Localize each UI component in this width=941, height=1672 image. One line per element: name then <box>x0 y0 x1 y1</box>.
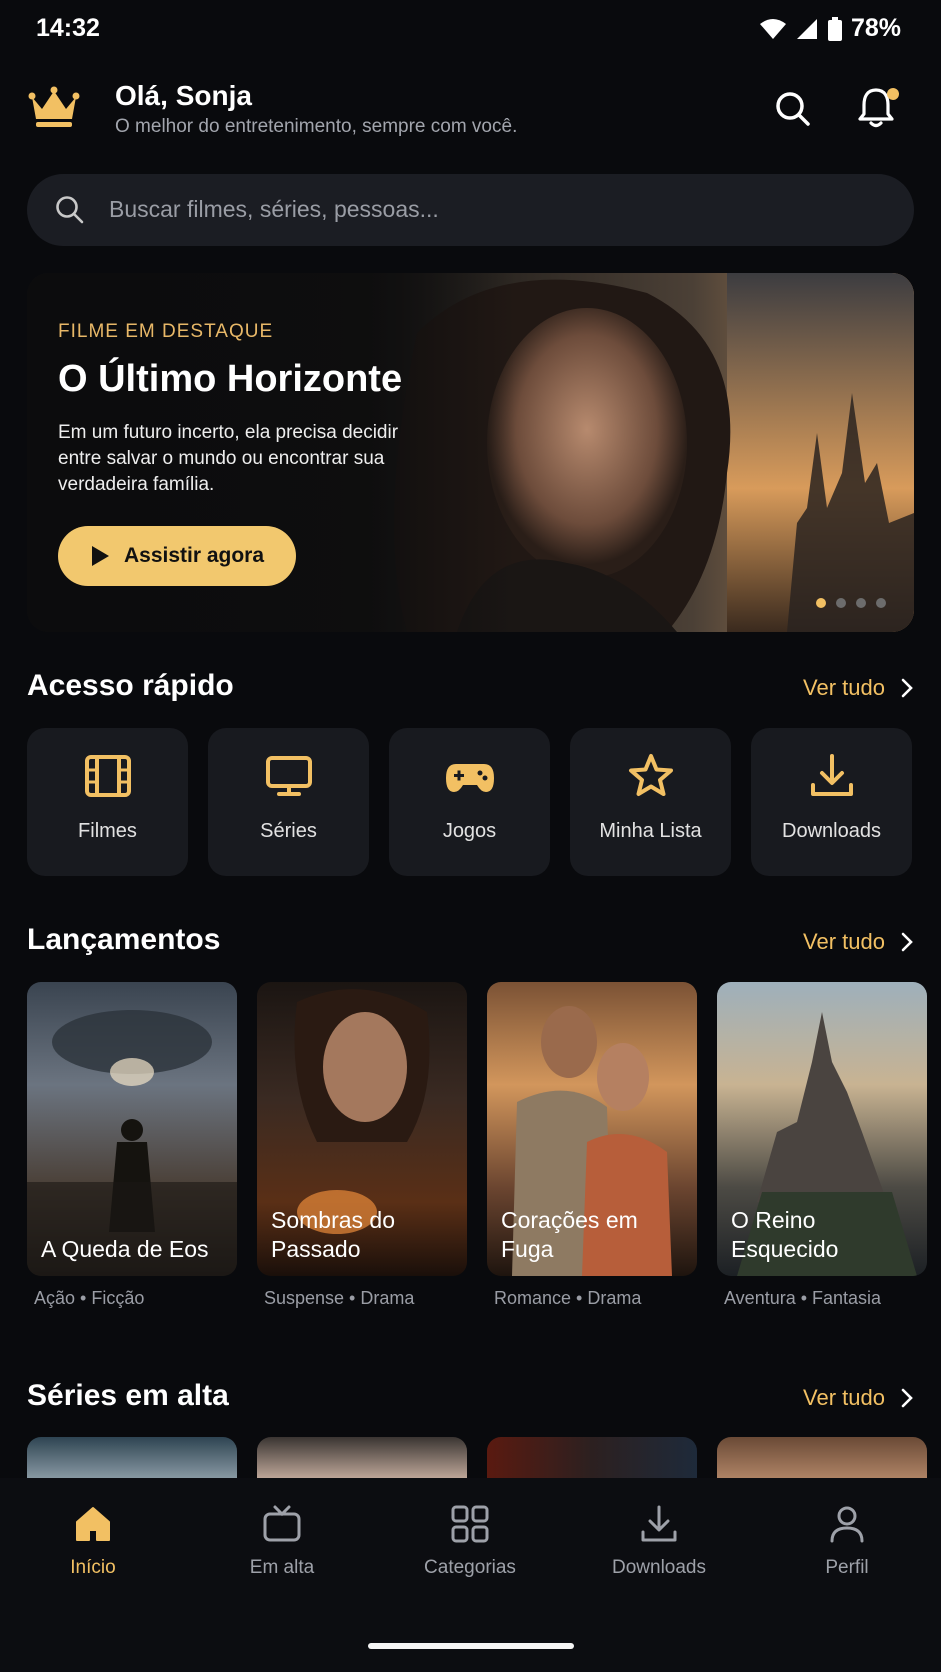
release-card[interactable]: A Queda de Eos Ação • Ficção <box>27 982 237 1309</box>
release-card[interactable]: O Reino Esquecido Aventura • Fantasia <box>717 982 927 1309</box>
download-icon <box>641 1505 677 1542</box>
carousel-dot[interactable] <box>816 598 826 608</box>
quick-tile-label: Filmes <box>78 820 137 842</box>
quick-tile-label: Jogos <box>442 820 497 842</box>
quick-tile-label: Downloads <box>782 820 881 842</box>
download-icon <box>810 754 853 796</box>
series-card[interactable] <box>487 1437 697 1479</box>
chevron-right-icon <box>901 1388 913 1408</box>
signal-icon <box>796 18 817 39</box>
releases-list: A Queda de Eos Ação • Ficção Sombras do … <box>27 982 927 1309</box>
quick-tile-series[interactable]: Séries <box>208 728 369 876</box>
tab-label: Perfil <box>825 1557 869 1578</box>
tv-icon <box>263 1505 301 1542</box>
status-icons: 78% <box>759 14 901 43</box>
chevron-right-icon <box>901 932 913 952</box>
quick-tile-jogos[interactable]: Jogos <box>389 728 550 876</box>
hero-description: Em um futuro incerto, ela precisa decidi… <box>58 422 399 495</box>
battery-percent: 78% <box>850 14 901 42</box>
quick-tile-filmes[interactable]: Filmes <box>27 728 188 876</box>
status-time: 14:32 <box>36 14 100 42</box>
featured-banner[interactable]: FILME EM DESTAQUE O Último Horizonte Em … <box>27 273 914 632</box>
tab-label: Downloads <box>612 1557 706 1578</box>
app-header: Olá, Sonja O melhor do entretenimento, s… <box>0 70 941 150</box>
releases-see-all[interactable]: Ver tudo <box>803 929 913 955</box>
tab-label: Categorias <box>424 1557 516 1578</box>
poster-genres: Aventura • Fantasia <box>724 1288 882 1308</box>
tab-label: Em alta <box>249 1557 315 1578</box>
tagline: O melhor do entretenimento, sempre com v… <box>115 116 518 137</box>
quick-tile-label: Séries <box>260 820 317 842</box>
search-icon <box>56 196 84 224</box>
search-input[interactable]: Buscar filmes, séries, pessoas... <box>27 174 914 246</box>
carousel-dot[interactable] <box>856 598 866 608</box>
carousel-dot[interactable] <box>836 598 846 608</box>
poster-artwork <box>27 1010 237 1276</box>
carousel-dot[interactable] <box>876 598 886 608</box>
star-icon <box>628 754 673 796</box>
quick-access-list: Filmes Séries Jogos Minha Lista Download… <box>27 728 912 876</box>
user-icon <box>830 1506 864 1543</box>
home-icon <box>76 1507 110 1541</box>
grid-icon <box>451 1505 489 1543</box>
poster-image: Sombras do Passado <box>257 982 467 1276</box>
quick-access-title: Acesso rápido <box>27 669 234 702</box>
trending-series-title: Séries em alta <box>27 1379 229 1412</box>
hero-title: O Último Horizonte <box>58 358 403 400</box>
tab-perfil[interactable]: Perfil <box>767 1504 927 1579</box>
watch-now-button[interactable]: Assistir agora <box>58 526 296 586</box>
see-all-label: Ver tudo <box>803 1385 885 1410</box>
tab-downloads[interactable]: Downloads <box>579 1504 739 1579</box>
search-icon[interactable] <box>774 90 812 128</box>
see-all-label: Ver tudo <box>803 929 885 954</box>
releases-title: Lançamentos <box>27 923 221 956</box>
chevron-right-icon <box>901 678 913 698</box>
quick-tile-label: Minha Lista <box>599 820 702 842</box>
poster-image: O Reino Esquecido <box>717 982 927 1276</box>
home-indicator[interactable] <box>368 1643 574 1649</box>
quick-tile-minha-lista[interactable]: Minha Lista <box>570 728 731 876</box>
status-bar: 14:32 78% <box>0 0 941 60</box>
series-card[interactable] <box>27 1437 237 1479</box>
poster-genres: Romance • Drama <box>494 1288 642 1308</box>
wifi-icon <box>759 18 786 39</box>
series-card[interactable] <box>257 1437 467 1479</box>
poster-genres: Ação • Ficção <box>34 1288 145 1308</box>
tab-inicio[interactable]: Início <box>13 1504 173 1579</box>
release-card[interactable]: Sombras do Passado Suspense • Drama <box>257 982 467 1309</box>
tab-label: Início <box>70 1557 116 1578</box>
hero-eyebrow: FILME EM DESTAQUE <box>58 321 274 342</box>
series-card[interactable] <box>717 1437 927 1479</box>
search-placeholder: Buscar filmes, séries, pessoas... <box>109 196 439 222</box>
greeting: Olá, Sonja <box>115 80 252 111</box>
poster-title: Sombras do Passado <box>271 1207 396 1262</box>
tab-em-alta[interactable]: Em alta <box>202 1504 362 1579</box>
poster-title: O Reino Esquecido <box>731 1207 839 1262</box>
see-all-label: Ver tudo <box>803 675 885 700</box>
tab-categorias[interactable]: Categorias <box>390 1504 550 1579</box>
notification-badge <box>887 88 899 100</box>
watch-now-label: Assistir agora <box>123 544 265 567</box>
film-icon <box>84 755 131 797</box>
poster-title: Corações em Fuga <box>501 1207 638 1262</box>
poster-genres: Suspense • Drama <box>264 1288 415 1308</box>
tv-icon <box>265 756 312 796</box>
crown-logo-icon <box>28 86 80 127</box>
poster-image: Corações em Fuga <box>487 982 697 1276</box>
gamepad-icon <box>445 764 494 792</box>
play-icon <box>91 546 109 566</box>
trending-series-see-all[interactable]: Ver tudo <box>803 1385 913 1411</box>
release-card[interactable]: Corações em Fuga Romance • Drama <box>487 982 697 1309</box>
quick-access-see-all[interactable]: Ver tudo <box>803 675 913 701</box>
carousel-indicator[interactable] <box>816 598 886 608</box>
quick-tile-downloads[interactable]: Downloads <box>751 728 912 876</box>
trending-series-list <box>27 1437 927 1479</box>
poster-image: A Queda de Eos <box>27 982 237 1276</box>
poster-title: A Queda de Eos <box>41 1236 209 1262</box>
battery-icon <box>827 16 842 41</box>
